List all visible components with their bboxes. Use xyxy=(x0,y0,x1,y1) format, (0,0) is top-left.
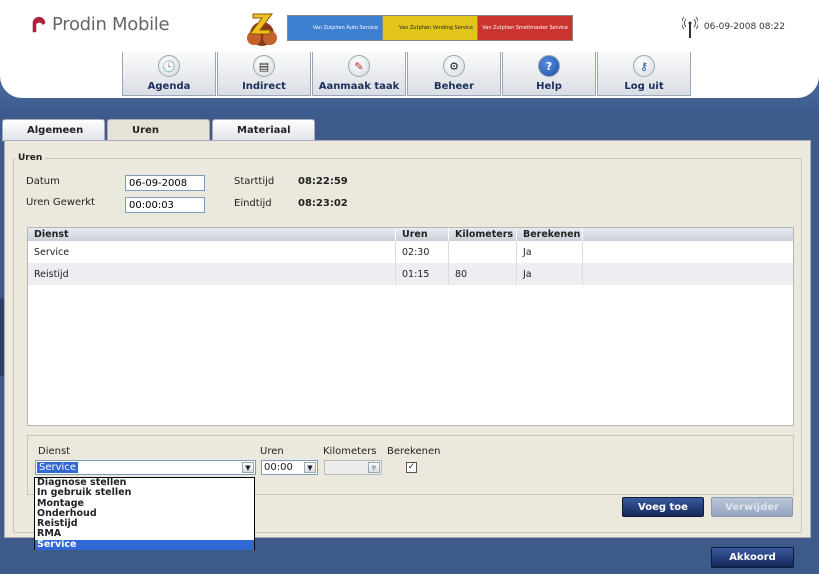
key-icon: ⚷ xyxy=(633,55,655,77)
cell-berekenen: Ja xyxy=(517,241,583,263)
cell-dienst: Reistijd xyxy=(28,263,396,285)
dropdown-option[interactable]: Reistijd xyxy=(35,518,254,529)
chevron-down-icon[interactable]: ▼ xyxy=(242,462,254,473)
edit-kilometers-label: Kilometers xyxy=(323,446,377,457)
menu-label: Beheer xyxy=(433,81,475,92)
menu-label: Indirect xyxy=(242,81,286,92)
eindtijd-value: 08:23:02 xyxy=(298,198,348,209)
voeg-toe-button[interactable]: Voeg toe xyxy=(622,497,704,517)
cell-berekenen: Ja xyxy=(517,263,583,285)
uren-gewerkt-label: Uren Gewerkt xyxy=(26,197,95,208)
tab-algemeen[interactable]: Algemeen xyxy=(2,119,105,141)
kilometers-select: ▼ xyxy=(324,460,382,475)
signal-icon xyxy=(681,16,698,38)
menu-label: Aanmaak taak xyxy=(318,81,400,92)
section-legend: Uren xyxy=(15,153,46,163)
cell-uren: 01:15 xyxy=(396,263,449,285)
main-menu: 🕓 Agenda ▤ Indirect ✎ Aanmaak taak ⚙ Beh… xyxy=(122,52,692,96)
datum-input[interactable] xyxy=(125,175,205,191)
verwijder-button: Verwijder xyxy=(711,497,793,517)
menu-label: Agenda xyxy=(147,81,191,92)
tab-uren[interactable]: Uren xyxy=(107,119,210,141)
cell-kilometers xyxy=(449,241,517,263)
edit-dienst-label: Dienst xyxy=(38,446,71,457)
status-area: 06-09-2008 08:22 xyxy=(681,16,785,38)
menu-item-aanmaak-taak[interactable]: ✎ Aanmaak taak xyxy=(312,52,406,96)
cell-kilometers: 80 xyxy=(449,263,517,285)
app-name: Prodin Mobile xyxy=(52,14,170,35)
edit-uren-label: Uren xyxy=(260,446,284,457)
banner-emblem-icon xyxy=(236,8,288,48)
table-row[interactable]: Service 02:30 Ja xyxy=(28,241,793,263)
status-datetime: 06-09-2008 08:22 xyxy=(703,22,785,32)
column-header-berekenen[interactable]: Berekenen xyxy=(517,228,583,241)
menu-item-indirect[interactable]: ▤ Indirect xyxy=(217,52,311,96)
menu-item-log-uit[interactable]: ⚷ Log uit xyxy=(597,52,691,96)
dienst-select-value: Service xyxy=(37,462,78,473)
banner-card-vending: Van Zutphen Vending Service xyxy=(382,15,478,41)
document-icon: ▤ xyxy=(253,55,275,77)
uren-select-value: 00:00 xyxy=(264,462,293,473)
eindtijd-label: Eindtijd xyxy=(234,198,272,209)
edit-berekenen-label: Berekenen xyxy=(387,446,441,457)
menu-label: Log uit xyxy=(624,81,664,92)
clock-icon: 🕓 xyxy=(158,55,180,77)
table-header: Dienst Uren Kilometers Berekenen xyxy=(28,228,793,241)
uren-table: Dienst Uren Kilometers Berekenen Service… xyxy=(27,227,794,426)
menu-item-help[interactable]: ? Help xyxy=(502,52,596,96)
logo-icon xyxy=(32,16,46,32)
menu-item-agenda[interactable]: 🕓 Agenda xyxy=(122,52,216,96)
column-header-dienst[interactable]: Dienst xyxy=(28,228,396,241)
cell-dienst: Service xyxy=(28,241,396,263)
column-header-uren[interactable]: Uren xyxy=(396,228,449,241)
edit-icon: ✎ xyxy=(348,55,370,77)
banner-card-smeltmaster: Van Zutphen Smeltmaster Service xyxy=(477,15,573,41)
table-row[interactable]: Reistijd 01:15 80 Ja xyxy=(28,263,793,285)
column-header-kilometers[interactable]: Kilometers xyxy=(449,228,517,241)
gear-icon: ⚙ xyxy=(443,55,465,77)
dienst-dropdown-list: Diagnose stellen In gebruik stellen Mont… xyxy=(34,477,255,551)
chevron-down-icon[interactable]: ▼ xyxy=(304,462,316,473)
uren-gewerkt-input[interactable] xyxy=(125,197,205,213)
logo: Prodin Mobile xyxy=(30,14,170,35)
cell-uren: 02:30 xyxy=(396,241,449,263)
header: Prodin Mobile Van Zutphen Auto Service V… xyxy=(0,0,819,116)
akkoord-button[interactable]: Akkoord xyxy=(711,547,794,568)
banner-card-auto: Van Zutphen Auto Service xyxy=(287,15,383,41)
uren-select[interactable]: 00:00 ▼ xyxy=(261,460,318,475)
starttijd-value: 08:22:59 xyxy=(298,176,348,187)
menu-label: Help xyxy=(536,81,562,92)
sponsor-banner: Van Zutphen Auto Service Van Zutphen Ven… xyxy=(236,8,576,48)
berekenen-checkbox[interactable]: ✓ xyxy=(406,462,417,473)
tab-bar: Algemeen Uren Materiaal xyxy=(2,119,317,141)
dropdown-option-selected[interactable]: Service xyxy=(35,539,254,551)
menu-item-beheer[interactable]: ⚙ Beheer xyxy=(407,52,501,96)
starttijd-label: Starttijd xyxy=(234,176,275,187)
dienst-select[interactable]: Service ▼ xyxy=(35,460,256,475)
tab-materiaal[interactable]: Materiaal xyxy=(212,119,315,141)
datum-label: Datum xyxy=(26,176,60,187)
chevron-down-icon: ▼ xyxy=(368,462,380,473)
help-icon: ? xyxy=(538,55,560,77)
